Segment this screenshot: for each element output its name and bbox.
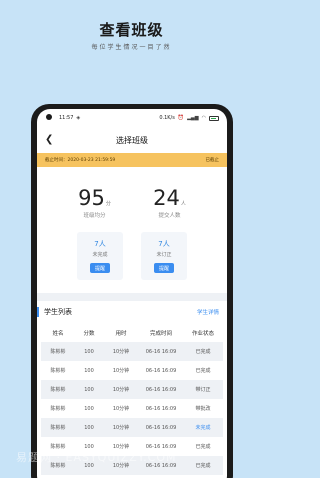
back-arrow-icon[interactable]: ❮: [45, 134, 57, 146]
table-cell: 100: [75, 418, 103, 437]
unfinished-label: 未完成: [92, 252, 108, 258]
table-row[interactable]: 陈彬彬 100 10分钟 06-16 16:09 已完成: [41, 342, 223, 361]
table-cell: 06-16 16:09: [145, 367, 177, 374]
student-list-header: 学生列表 学生详情: [37, 301, 227, 323]
watermark-text: 易题网 · EASYQUIZZY.COM: [16, 451, 177, 464]
table-cell: 陈彬彬: [41, 342, 75, 361]
nav-bar: ❮ 选择班级: [37, 127, 227, 153]
section-divider: [37, 293, 227, 301]
wifi-icon: ◠: [201, 115, 206, 121]
summary-stats: 95分 班级均分 24人 提交人数: [37, 167, 227, 219]
table-cell: 100: [84, 367, 94, 374]
table-cell: 未完成: [183, 418, 223, 437]
uncorrected-label: 未订正: [156, 252, 172, 258]
submitted-value: 24: [153, 186, 180, 210]
camera-hole: [46, 114, 52, 120]
reminder-cards: 7人 未完成 提醒 7人 未订正 提醒: [37, 232, 227, 280]
column-header: 完成时间: [149, 330, 172, 337]
student-detail-link[interactable]: 学生详情: [197, 308, 219, 316]
table-row[interactable]: 陈彬彬 100 10分钟 06-16 16:09 带批改: [41, 399, 223, 418]
table-cell: 10分钟: [112, 368, 130, 374]
unfinished-card: 7人 未完成 提醒: [77, 232, 123, 280]
table-cell: 10分钟: [112, 406, 130, 412]
status-time: 11:57: [59, 115, 74, 121]
avg-score-stat: 95分 班级均分: [65, 186, 125, 219]
table-cell: 100: [84, 405, 94, 412]
table-cell: 06-16 16:09: [139, 418, 183, 437]
column-header: 作业状态: [191, 330, 214, 337]
table-cell: 陈彬彬: [41, 380, 75, 399]
phone-screen: 11:57 ◈ 0.1K/s ⏰ ▂▄▆ ◠ ❮ 选择班级 截止时间：2020-…: [37, 109, 227, 478]
remind-uncorrected-button[interactable]: 提醒: [154, 263, 174, 273]
table-row[interactable]: 陈彬彬 100 10分钟 06-16 16:09 带订正: [41, 380, 223, 399]
notification-icon: ◈: [76, 115, 81, 121]
promo-subtitle: 每位学生情况一目了然: [91, 44, 172, 51]
avg-score-unit: 分: [105, 201, 111, 207]
battery-icon: [209, 115, 219, 121]
table-cell: 06-16 16:09: [139, 380, 183, 399]
promo-title: 查看班级: [99, 21, 164, 39]
column-header: 用时: [115, 330, 127, 337]
remind-unfinished-button[interactable]: 提醒: [90, 263, 110, 273]
table-cell: 带订正: [183, 380, 223, 399]
table-cell: 06-16 16:09: [145, 405, 177, 412]
unfinished-count: 7人: [94, 240, 106, 248]
table-cell: 陈彬彬: [50, 406, 66, 412]
submitted-stat: 24人 提交人数: [140, 186, 200, 219]
table-header-row: 姓名 分数 用时 完成时间 作业状态: [41, 323, 223, 342]
signal-icon: ▂▄▆: [187, 115, 199, 121]
table-cell: 10分钟: [103, 342, 139, 361]
table-cell: 10分钟: [103, 380, 139, 399]
status-bar: 11:57 ◈ 0.1K/s ⏰ ▂▄▆ ◠: [37, 109, 227, 127]
student-list-title-text: 学生列表: [44, 308, 72, 316]
table-cell: 100: [75, 342, 103, 361]
deadline-state: 已截止: [205, 158, 220, 163]
table-cell: 已完成: [183, 342, 223, 361]
network-speed: 0.1K/s: [159, 115, 175, 121]
page-title: 选择班级: [116, 135, 148, 145]
submitted-label: 提交人数: [158, 213, 181, 219]
deadline-text: 截止时间：2020-03-23 21:59:59: [45, 158, 116, 163]
avg-score-label: 班级均分: [83, 213, 106, 219]
table-cell: 100: [75, 380, 103, 399]
uncorrected-count: 7人: [158, 240, 170, 248]
avg-score-value: 95: [78, 186, 105, 210]
column-header: 分数: [83, 330, 95, 337]
table-row[interactable]: 陈彬彬 100 10分钟 06-16 16:09 已完成: [41, 361, 223, 380]
alarm-icon: ⏰: [177, 115, 185, 121]
table-cell: 10分钟: [103, 418, 139, 437]
submitted-unit: 人: [180, 201, 186, 207]
title-accent-bar: [37, 307, 39, 317]
table-cell: 陈彬彬: [41, 418, 75, 437]
uncorrected-card: 7人 未订正 提醒: [141, 232, 187, 280]
deadline-notice: 截止时间：2020-03-23 21:59:59 已截止: [37, 153, 227, 167]
table-cell: 陈彬彬: [50, 368, 66, 374]
student-list-title: 学生列表: [37, 307, 72, 317]
table-cell: 06-16 16:09: [139, 342, 183, 361]
table-row[interactable]: 陈彬彬 100 10分钟 06-16 16:09 未完成: [41, 418, 223, 437]
column-header: 姓名: [52, 330, 64, 337]
table-cell: 已完成: [195, 368, 211, 374]
table-cell: 带批改: [195, 406, 211, 412]
